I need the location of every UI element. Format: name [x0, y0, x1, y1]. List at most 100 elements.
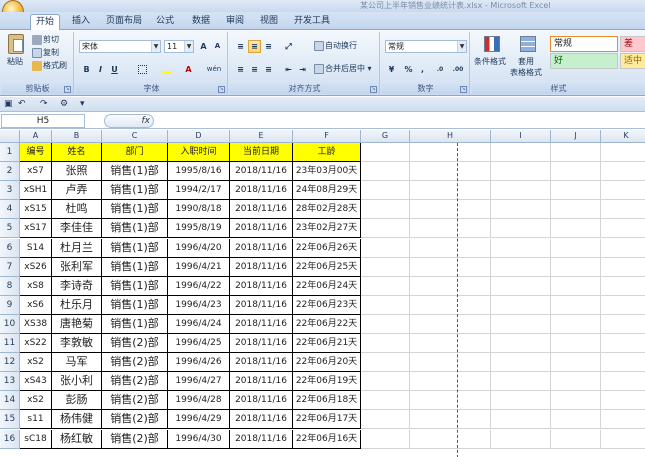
table-cell[interactable]: 销售(2)部 — [102, 334, 168, 354]
table-cell[interactable]: 22年06月24天 — [293, 276, 361, 296]
table-cell[interactable] — [491, 238, 551, 258]
table-cell[interactable] — [410, 295, 491, 315]
table-cell[interactable]: 1996/4/21 — [168, 257, 230, 277]
table-cell[interactable]: xS22 — [20, 334, 52, 354]
table-cell[interactable] — [491, 314, 551, 334]
table-cell[interactable] — [361, 162, 410, 182]
row-header[interactable]: 9 — [0, 295, 20, 315]
number-launcher-icon[interactable]: ↘ — [460, 86, 467, 93]
table-cell[interactable]: 2018/11/16 — [230, 219, 293, 239]
table-cell[interactable]: 23年02月27天 — [293, 219, 361, 239]
table-cell[interactable]: 23年03月00天 — [293, 162, 361, 182]
font-launcher-icon[interactable]: ↘ — [218, 86, 225, 93]
orientation-icon[interactable]: ⤢ — [282, 40, 295, 53]
paste-icon[interactable] — [8, 34, 24, 54]
table-cell[interactable]: 张照 — [52, 162, 102, 182]
table-header-cell[interactable]: 部门 — [102, 143, 168, 163]
cut-button[interactable]: 剪切 — [32, 34, 59, 46]
row-header[interactable]: 8 — [0, 276, 20, 296]
column-header-d[interactable]: D — [168, 130, 230, 143]
table-cell[interactable] — [551, 257, 601, 277]
table-cell[interactable]: 杨伟健 — [52, 410, 102, 430]
table-cell[interactable]: 22年06月17天 — [293, 410, 361, 430]
table-cell[interactable]: xS2 — [20, 353, 52, 373]
row-header[interactable]: 3 — [0, 181, 20, 201]
redo-icon[interactable]: ↷ — [40, 99, 48, 109]
row-header[interactable]: 11 — [0, 334, 20, 354]
table-cell[interactable] — [551, 410, 601, 430]
table-cell[interactable] — [551, 238, 601, 258]
align-left-icon[interactable]: ≡ — [234, 63, 247, 76]
currency-icon[interactable]: ¥ — [385, 63, 398, 76]
table-cell[interactable]: 杜月兰 — [52, 238, 102, 258]
table-cell[interactable] — [361, 143, 410, 163]
font-name-select[interactable]: 宋体 ▼ — [79, 40, 161, 53]
table-cell[interactable]: 销售(2)部 — [102, 353, 168, 373]
table-cell[interactable]: 22年06月21天 — [293, 334, 361, 354]
table-cell[interactable] — [410, 391, 491, 411]
table-cell[interactable]: 22年06月16天 — [293, 429, 361, 449]
table-cell[interactable] — [491, 410, 551, 430]
table-cell[interactable]: 1995/8/16 — [168, 162, 230, 182]
table-cell[interactable] — [601, 410, 645, 430]
table-cell[interactable]: 1996/4/23 — [168, 295, 230, 315]
column-header-e[interactable]: E — [230, 130, 293, 143]
tab-data[interactable]: 数据 — [188, 14, 214, 30]
table-cell[interactable]: 2018/11/16 — [230, 410, 293, 430]
table-cell[interactable]: 销售(2)部 — [102, 391, 168, 411]
table-cell[interactable]: 杜乐月 — [52, 295, 102, 315]
table-cell[interactable] — [361, 372, 410, 392]
table-cell[interactable] — [551, 295, 601, 315]
column-header-h[interactable]: H — [410, 130, 491, 143]
table-cell[interactable]: 22年06月23天 — [293, 295, 361, 315]
table-cell[interactable] — [551, 391, 601, 411]
table-cell[interactable]: xS2 — [20, 391, 52, 411]
column-header-j[interactable]: J — [551, 130, 601, 143]
formula-input[interactable] — [156, 114, 644, 128]
table-cell[interactable]: 1994/2/17 — [168, 181, 230, 201]
table-cell[interactable]: 2018/11/16 — [230, 391, 293, 411]
table-cell[interactable] — [410, 181, 491, 201]
tab-insert[interactable]: 插入 — [68, 14, 94, 30]
table-cell[interactable] — [551, 162, 601, 182]
column-header-g[interactable]: G — [361, 130, 410, 143]
table-cell[interactable] — [551, 276, 601, 296]
style-bad[interactable]: 差 — [620, 36, 645, 52]
table-cell[interactable]: 2018/11/16 — [230, 314, 293, 334]
table-cell[interactable]: 2018/11/16 — [230, 295, 293, 315]
table-cell[interactable] — [491, 391, 551, 411]
table-cell[interactable]: 销售(2)部 — [102, 410, 168, 430]
table-cell[interactable]: 1996/4/30 — [168, 429, 230, 449]
table-cell[interactable] — [601, 162, 645, 182]
table-cell[interactable]: s11 — [20, 410, 52, 430]
row-header[interactable]: 1 — [0, 143, 20, 163]
table-cell[interactable] — [491, 276, 551, 296]
table-cell[interactable] — [601, 430, 645, 449]
table-header-cell[interactable]: 编号 — [20, 143, 52, 163]
row-header[interactable]: 7 — [0, 257, 20, 277]
table-cell[interactable] — [410, 143, 491, 163]
style-normal[interactable]: 常规 — [550, 36, 618, 52]
table-cell[interactable] — [491, 353, 551, 373]
row-header[interactable]: 14 — [0, 391, 20, 411]
table-cell[interactable] — [410, 410, 491, 430]
table-cell[interactable]: xS6 — [20, 295, 52, 315]
table-cell[interactable]: 2018/11/16 — [230, 334, 293, 354]
table-cell[interactable] — [491, 334, 551, 354]
table-cell[interactable] — [491, 257, 551, 277]
table-cell[interactable]: 杜鸣 — [52, 200, 102, 220]
table-cell[interactable] — [551, 181, 601, 201]
table-cell[interactable]: 销售(2)部 — [102, 372, 168, 392]
row-header[interactable]: 16 — [0, 429, 20, 449]
table-cell[interactable]: 1990/8/18 — [168, 200, 230, 220]
tab-review[interactable]: 审阅 — [222, 14, 248, 30]
table-cell[interactable]: S14 — [20, 238, 52, 258]
table-cell[interactable] — [601, 239, 645, 258]
tab-page-layout[interactable]: 页面布局 — [104, 14, 144, 30]
table-cell[interactable] — [361, 200, 410, 220]
table-format-button[interactable]: 表格格式 — [510, 67, 542, 79]
column-header-k[interactable]: K — [601, 130, 645, 143]
table-cell[interactable] — [491, 219, 551, 239]
table-cell[interactable]: xS8 — [20, 276, 52, 296]
table-cell[interactable]: 2018/11/16 — [230, 162, 293, 182]
